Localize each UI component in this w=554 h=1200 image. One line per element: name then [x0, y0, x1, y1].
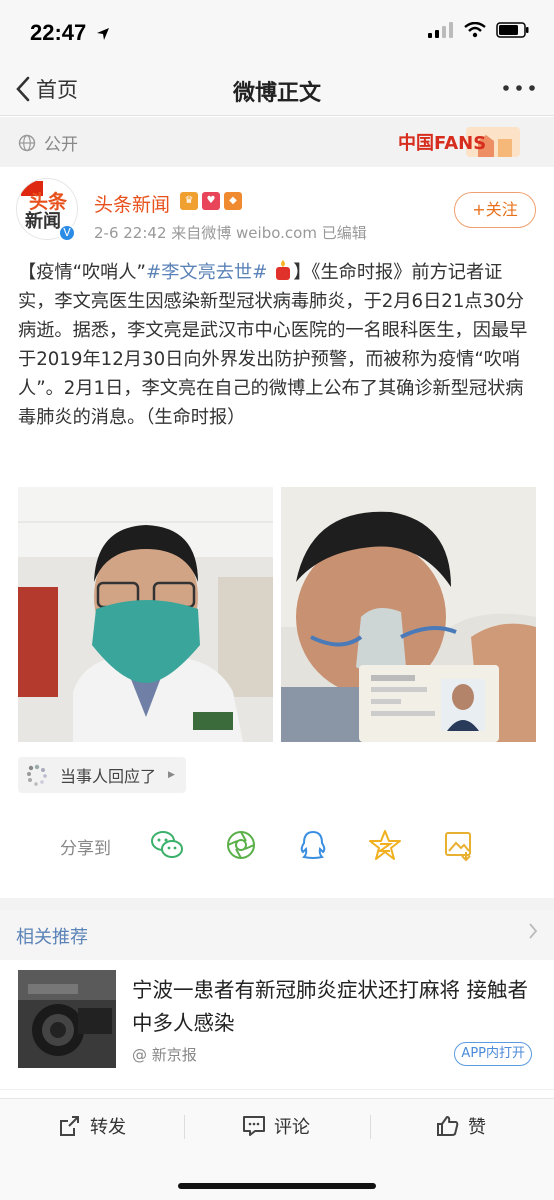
china-fans-logo-icon: 中国FANS	[398, 127, 520, 157]
save-image-icon[interactable]	[442, 828, 476, 862]
page-title: 微博正文	[232, 81, 321, 106]
photo-hospital-bed[interactable]	[281, 487, 536, 742]
news-thumbnail-image	[18, 970, 116, 1068]
author-badges: ♛ ♥ ◆	[180, 192, 242, 210]
photo-hospital-bed-image	[281, 487, 536, 742]
repost-label: 转发	[90, 1117, 126, 1138]
news-title: 宁波一患者有新冠肺炎症状还打麻将 接触者中多人感染	[132, 978, 529, 1035]
status-time: 22:47	[30, 20, 110, 46]
wechat-icon[interactable]	[150, 828, 184, 862]
related-header[interactable]: 相关推荐	[0, 910, 554, 960]
candle-icon	[276, 260, 291, 280]
play-arrow-icon: ▶	[168, 770, 175, 780]
author-header: 头条 新闻 V 头条新闻 ♛ ♥ ◆ 2-6 22:42 来自微博 weibo.…	[0, 178, 554, 250]
topic-link[interactable]: #李文亮去世#	[146, 262, 267, 283]
status-time-text: 22:47	[30, 20, 87, 45]
location-arrow-icon	[97, 28, 110, 41]
visibility-indicator: 公开	[18, 130, 78, 155]
photo-grid	[18, 487, 536, 742]
vip-crown-icon: ♛	[180, 192, 198, 210]
china-fans-badge: 中国FANS	[386, 121, 526, 163]
wifi-icon	[464, 22, 486, 38]
action-bar: 转发 评论 赞	[0, 1098, 554, 1200]
verified-icon: V	[58, 224, 76, 242]
comment-icon	[243, 1116, 265, 1136]
repost-icon	[60, 1116, 79, 1136]
author-name[interactable]: 头条新闻	[94, 190, 170, 217]
china-fans-text: 中国FANS	[398, 132, 486, 154]
heart-badge-icon: ♥	[202, 192, 220, 210]
chevron-right-icon	[528, 922, 538, 945]
post-content: 】《生命时报》前方记者证实，李文亮医生因感染新型冠状病毒肺炎，于2月6日21点3…	[18, 262, 528, 428]
nav-bar: 首页 微博正文	[0, 64, 554, 116]
home-indicator	[178, 1183, 376, 1189]
thumbs-up-icon	[437, 1116, 459, 1136]
action-separator	[370, 1115, 371, 1139]
signal-icon	[428, 22, 453, 38]
action-separator	[184, 1115, 185, 1139]
like-button[interactable]: 赞	[436, 1113, 486, 1139]
comment-label: 评论	[274, 1117, 310, 1138]
share-row: 分享到	[0, 826, 554, 866]
post-text: 【疫情“吹哨人”#李文亮去世# 】《生命时报》前方记者证实，李文亮医生因感染新型…	[18, 258, 538, 432]
at-icon: @	[132, 1046, 147, 1064]
open-in-app-button[interactable]: APP内打开	[454, 1042, 532, 1066]
related-title: 相关推荐	[16, 927, 88, 948]
comment-button[interactable]: 评论	[242, 1113, 310, 1139]
related-news-card[interactable]: 宁波一患者有新冠肺炎症状还打麻将 接触者中多人感染 @ 新京报 APP内打开	[0, 960, 554, 1090]
status-bar: 22:47	[0, 0, 554, 64]
reply-label: 当事人回应了	[60, 767, 157, 786]
news-source: @ 新京报	[132, 1044, 197, 1065]
repost-button[interactable]: 转发	[58, 1113, 126, 1139]
share-label: 分享到	[60, 839, 111, 859]
globe-icon	[18, 134, 36, 151]
follow-button[interactable]: +关注	[454, 192, 536, 228]
anniversary-badge-icon: ◆	[224, 192, 242, 210]
news-thumbnail	[18, 970, 116, 1068]
post-meta: 2-6 22:42 来自微博 weibo.com 已编辑	[94, 224, 367, 242]
status-icons	[428, 22, 530, 38]
battery-icon	[496, 22, 529, 38]
visibility-bar: 公开 中国FANS	[0, 117, 554, 167]
photo-doctor-mask[interactable]	[18, 487, 273, 742]
photo-doctor-mask-image	[18, 487, 273, 742]
loading-spinner-icon	[27, 764, 47, 786]
news-source-name: 新京报	[151, 1046, 197, 1064]
avatar-text-top: 头条	[29, 191, 68, 213]
avatar-text-bottom: 新闻	[25, 211, 61, 232]
post-prefix: 【疫情“吹哨人”	[18, 262, 146, 283]
moments-icon[interactable]	[224, 828, 258, 862]
qzone-star-icon[interactable]	[368, 828, 402, 862]
section-divider	[0, 898, 554, 910]
like-label: 赞	[468, 1117, 486, 1138]
reply-chip[interactable]: 当事人回应了 ▶	[18, 757, 186, 793]
more-dots-icon	[503, 85, 535, 91]
more-button[interactable]	[502, 74, 536, 99]
qq-icon[interactable]	[296, 828, 330, 862]
visibility-text: 公开	[44, 135, 78, 155]
